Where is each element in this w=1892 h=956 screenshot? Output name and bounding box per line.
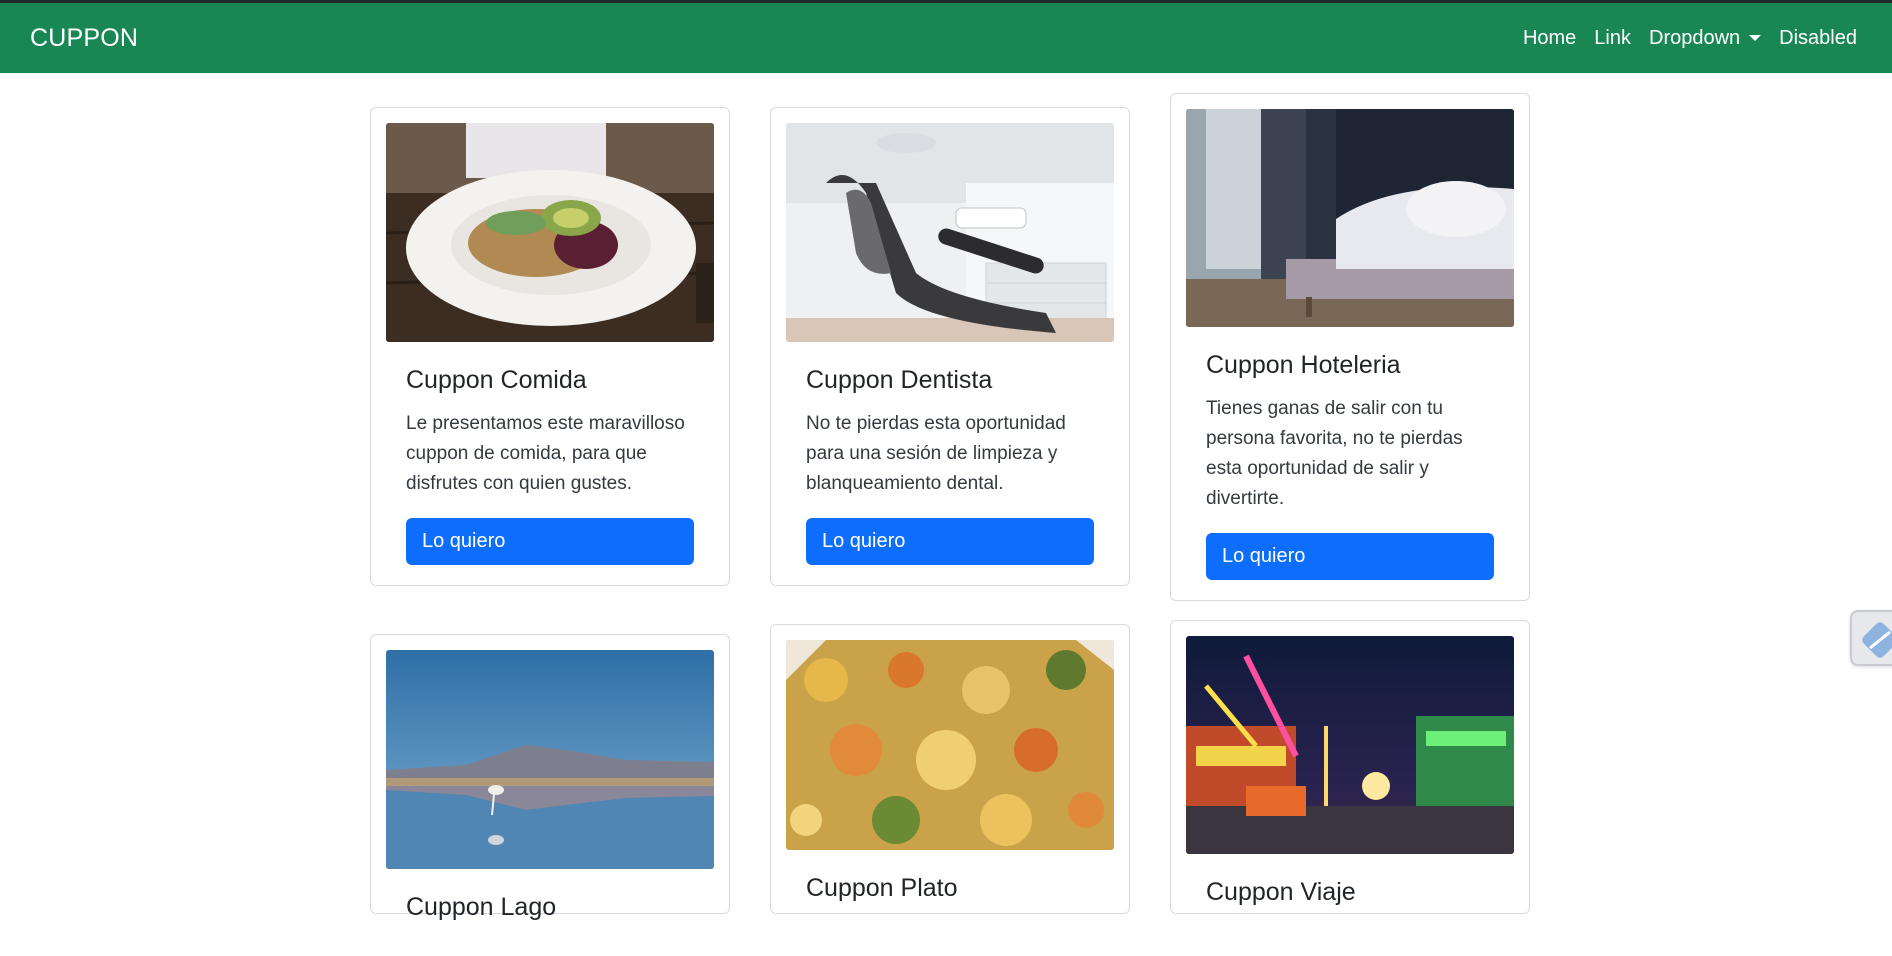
nav-dropdown[interactable]: Dropdown — [1640, 19, 1770, 58]
lo-quiero-button[interactable]: Lo quiero — [806, 518, 1094, 565]
card-body: Cuppon Comida Le presentamos este maravi… — [386, 342, 714, 585]
card-title: Cuppon Comida — [406, 366, 587, 394]
card-text: Le presentamos este maravilloso cuppon d… — [406, 413, 685, 494]
coupon-card-comida: Cuppon Comida Le presentamos este maravi… — [370, 107, 730, 586]
card-title: Cuppon Hoteleria — [1206, 351, 1401, 379]
nav-home[interactable]: Home — [1514, 19, 1585, 58]
rice-dish-photo — [786, 640, 1114, 850]
card-title: Cuppon Dentista — [806, 366, 993, 394]
food-salad-photo — [386, 123, 714, 342]
coupon-card-lago: Cuppon Lago — [370, 634, 730, 921]
card-body: Cuppon Viaje — [1186, 854, 1514, 941]
lo-quiero-button[interactable]: Lo quiero — [1206, 533, 1494, 580]
coupon-card-viaje: Cuppon Viaje — [1170, 620, 1530, 914]
fairground-night-photo — [1186, 636, 1514, 854]
hotel-bed-photo — [1186, 109, 1514, 327]
nav-dropdown-label: Dropdown — [1649, 26, 1741, 49]
card-text: Tienes ganas de salir con tu persona fav… — [1206, 398, 1463, 509]
card-body: Cuppon Lago — [386, 869, 714, 956]
extension-icon — [1862, 622, 1892, 658]
nav-disabled: Disabled — [1779, 26, 1857, 49]
card-body: Cuppon Dentista No te pierdas esta oport… — [786, 342, 1114, 585]
card-text: No te pierdas esta oportunidad para una … — [806, 413, 1066, 494]
card-title: Cuppon Lago — [406, 893, 557, 921]
floating-extension-widget[interactable] — [1850, 610, 1892, 666]
coupon-card-dentista: Cuppon Dentista No te pierdas esta oport… — [770, 107, 1130, 586]
nav-links: Home Link Dropdown Disabled — [1514, 19, 1866, 58]
dental-chair-photo — [786, 123, 1114, 342]
nav-link[interactable]: Link — [1585, 19, 1640, 58]
brand-logo[interactable]: CUPPON — [30, 24, 138, 53]
navbar: CUPPON Home Link Dropdown Disabled — [0, 3, 1892, 73]
lo-quiero-button[interactable]: Lo quiero — [406, 518, 694, 565]
caret-down-icon — [1749, 35, 1762, 41]
lake-flamingo-photo — [386, 650, 714, 869]
card-body: Cuppon Plato — [786, 850, 1114, 937]
coupon-card-plato: Cuppon Plato — [770, 624, 1130, 914]
card-title: Cuppon Plato — [806, 874, 958, 902]
coupon-card-hoteleria: Cuppon Hoteleria Tienes ganas de salir c… — [1170, 93, 1530, 601]
card-body: Cuppon Hoteleria Tienes ganas de salir c… — [1186, 327, 1514, 600]
